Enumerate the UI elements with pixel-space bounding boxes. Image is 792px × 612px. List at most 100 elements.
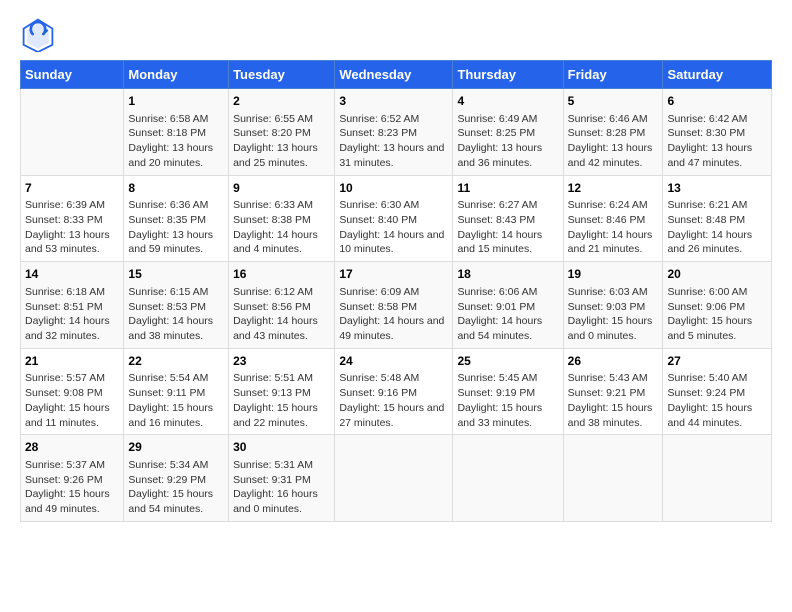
day-number: 11 bbox=[457, 180, 558, 197]
calendar-cell: 4 Sunrise: 6:49 AMSunset: 8:25 PMDaylight… bbox=[453, 89, 563, 176]
day-info: Sunrise: 5:40 AMSunset: 9:24 PMDaylight:… bbox=[667, 371, 767, 430]
day-number: 14 bbox=[25, 266, 119, 283]
day-info: Sunrise: 6:30 AMSunset: 8:40 PMDaylight:… bbox=[339, 198, 448, 257]
calendar-cell: 7Sunrise: 6:39 AMSunset: 8:33 PMDaylight… bbox=[21, 175, 124, 262]
calendar-cell: 6 Sunrise: 6:42 AMSunset: 8:30 PMDaylight… bbox=[663, 89, 772, 176]
day-info: Sunrise: 6:52 AMSunset: 8:23 PMDaylight:… bbox=[339, 112, 448, 171]
calendar-cell: 1Sunrise: 6:58 AMSunset: 8:18 PMDaylight… bbox=[124, 89, 229, 176]
day-number: 1 bbox=[128, 93, 224, 110]
day-number: 5 bbox=[568, 93, 659, 110]
calendar-cell bbox=[21, 89, 124, 176]
day-info: Sunrise: 5:48 AMSunset: 9:16 PMDaylight:… bbox=[339, 371, 448, 430]
day-info: Sunrise: 5:37 AMSunset: 9:26 PMDaylight:… bbox=[25, 458, 119, 517]
calendar-cell: 27Sunrise: 5:40 AMSunset: 9:24 PMDayligh… bbox=[663, 348, 772, 435]
calendar-cell: 18 Sunrise: 6:06 AMSunset: 9:01 PMDayligh… bbox=[453, 262, 563, 349]
week-row: 1Sunrise: 6:58 AMSunset: 8:18 PMDaylight… bbox=[21, 89, 772, 176]
calendar-cell: 15 Sunrise: 6:15 AMSunset: 8:53 PMDayligh… bbox=[124, 262, 229, 349]
day-info: Sunrise: 6:36 AMSunset: 8:35 PMDaylight:… bbox=[128, 198, 224, 257]
day-number: 22 bbox=[128, 353, 224, 370]
calendar-cell bbox=[663, 435, 772, 522]
day-header: Sunday bbox=[21, 61, 124, 89]
calendar-cell: 12Sunrise: 6:24 AMSunset: 8:46 PMDayligh… bbox=[563, 175, 663, 262]
calendar-cell bbox=[563, 435, 663, 522]
day-number: 13 bbox=[667, 180, 767, 197]
day-number: 12 bbox=[568, 180, 659, 197]
day-info: Sunrise: 6:49 AMSunset: 8:25 PMDaylight:… bbox=[457, 112, 558, 171]
day-info: Sunrise: 6:55 AMSunset: 8:20 PMDaylight:… bbox=[233, 112, 330, 171]
day-info: Sunrise: 5:34 AMSunset: 9:29 PMDaylight:… bbox=[128, 458, 224, 517]
day-info: Sunrise: 5:45 AMSunset: 9:19 PMDaylight:… bbox=[457, 371, 558, 430]
day-header: Saturday bbox=[663, 61, 772, 89]
week-row: 14 Sunrise: 6:18 AMSunset: 8:51 PMDayligh… bbox=[21, 262, 772, 349]
calendar-cell: 22Sunrise: 5:54 AMSunset: 9:11 PMDayligh… bbox=[124, 348, 229, 435]
day-info: Sunrise: 6:03 AMSunset: 9:03 PMDaylight:… bbox=[568, 285, 659, 344]
calendar-cell: 25Sunrise: 5:45 AMSunset: 9:19 PMDayligh… bbox=[453, 348, 563, 435]
day-info: Sunrise: 6:12 AMSunset: 8:56 PMDaylight:… bbox=[233, 285, 330, 344]
day-header: Wednesday bbox=[335, 61, 453, 89]
day-number: 27 bbox=[667, 353, 767, 370]
calendar-cell: 5 Sunrise: 6:46 AMSunset: 8:28 PMDaylight… bbox=[563, 89, 663, 176]
calendar-cell: 21Sunrise: 5:57 AMSunset: 9:08 PMDayligh… bbox=[21, 348, 124, 435]
header-row: SundayMondayTuesdayWednesdayThursdayFrid… bbox=[21, 61, 772, 89]
day-header: Thursday bbox=[453, 61, 563, 89]
day-number: 21 bbox=[25, 353, 119, 370]
day-number: 2 bbox=[233, 93, 330, 110]
calendar-cell: 29 Sunrise: 5:34 AMSunset: 9:29 PMDayligh… bbox=[124, 435, 229, 522]
day-number: 24 bbox=[339, 353, 448, 370]
day-number: 18 bbox=[457, 266, 558, 283]
day-number: 17 bbox=[339, 266, 448, 283]
day-header: Friday bbox=[563, 61, 663, 89]
day-info: Sunrise: 6:27 AMSunset: 8:43 PMDaylight:… bbox=[457, 198, 558, 257]
day-info: Sunrise: 6:21 AMSunset: 8:48 PMDaylight:… bbox=[667, 198, 767, 257]
calendar-cell: 30Sunrise: 5:31 AMSunset: 9:31 PMDayligh… bbox=[229, 435, 335, 522]
day-number: 20 bbox=[667, 266, 767, 283]
day-number: 10 bbox=[339, 180, 448, 197]
calendar-cell: 14 Sunrise: 6:18 AMSunset: 8:51 PMDayligh… bbox=[21, 262, 124, 349]
logo bbox=[20, 16, 62, 52]
day-info: Sunrise: 5:51 AMSunset: 9:13 PMDaylight:… bbox=[233, 371, 330, 430]
day-info: Sunrise: 6:42 AMSunset: 8:30 PMDaylight:… bbox=[667, 112, 767, 171]
day-info: Sunrise: 6:18 AMSunset: 8:51 PMDaylight:… bbox=[25, 285, 119, 344]
day-info: Sunrise: 6:33 AMSunset: 8:38 PMDaylight:… bbox=[233, 198, 330, 257]
calendar-cell: 8Sunrise: 6:36 AMSunset: 8:35 PMDaylight… bbox=[124, 175, 229, 262]
calendar-cell: 19 Sunrise: 6:03 AMSunset: 9:03 PMDayligh… bbox=[563, 262, 663, 349]
calendar-cell: 23Sunrise: 5:51 AMSunset: 9:13 PMDayligh… bbox=[229, 348, 335, 435]
day-number: 29 bbox=[128, 439, 224, 456]
calendar-table: SundayMondayTuesdayWednesdayThursdayFrid… bbox=[20, 60, 772, 522]
day-info: Sunrise: 5:43 AMSunset: 9:21 PMDaylight:… bbox=[568, 371, 659, 430]
calendar-cell bbox=[335, 435, 453, 522]
logo-icon bbox=[20, 16, 56, 52]
day-number: 15 bbox=[128, 266, 224, 283]
calendar-cell: 16Sunrise: 6:12 AMSunset: 8:56 PMDayligh… bbox=[229, 262, 335, 349]
day-info: Sunrise: 5:31 AMSunset: 9:31 PMDaylight:… bbox=[233, 458, 330, 517]
day-number: 19 bbox=[568, 266, 659, 283]
day-info: Sunrise: 5:54 AMSunset: 9:11 PMDaylight:… bbox=[128, 371, 224, 430]
calendar-cell: 28 Sunrise: 5:37 AMSunset: 9:26 PMDayligh… bbox=[21, 435, 124, 522]
week-row: 21Sunrise: 5:57 AMSunset: 9:08 PMDayligh… bbox=[21, 348, 772, 435]
day-number: 3 bbox=[339, 93, 448, 110]
calendar-cell: 20 Sunrise: 6:00 AMSunset: 9:06 PMDayligh… bbox=[663, 262, 772, 349]
day-info: Sunrise: 5:57 AMSunset: 9:08 PMDaylight:… bbox=[25, 371, 119, 430]
day-header: Monday bbox=[124, 61, 229, 89]
day-info: Sunrise: 6:09 AMSunset: 8:58 PMDaylight:… bbox=[339, 285, 448, 344]
day-info: Sunrise: 6:06 AMSunset: 9:01 PMDaylight:… bbox=[457, 285, 558, 344]
calendar-cell: 10Sunrise: 6:30 AMSunset: 8:40 PMDayligh… bbox=[335, 175, 453, 262]
day-number: 28 bbox=[25, 439, 119, 456]
calendar-cell: 24Sunrise: 5:48 AMSunset: 9:16 PMDayligh… bbox=[335, 348, 453, 435]
calendar-cell: 2 Sunrise: 6:55 AMSunset: 8:20 PMDaylight… bbox=[229, 89, 335, 176]
day-header: Tuesday bbox=[229, 61, 335, 89]
day-info: Sunrise: 6:00 AMSunset: 9:06 PMDaylight:… bbox=[667, 285, 767, 344]
week-row: 7Sunrise: 6:39 AMSunset: 8:33 PMDaylight… bbox=[21, 175, 772, 262]
calendar-cell: 9Sunrise: 6:33 AMSunset: 8:38 PMDaylight… bbox=[229, 175, 335, 262]
day-number: 25 bbox=[457, 353, 558, 370]
day-number: 23 bbox=[233, 353, 330, 370]
day-number: 4 bbox=[457, 93, 558, 110]
calendar-cell: 26Sunrise: 5:43 AMSunset: 9:21 PMDayligh… bbox=[563, 348, 663, 435]
day-number: 9 bbox=[233, 180, 330, 197]
page-header bbox=[20, 16, 772, 52]
calendar-cell: 17 Sunrise: 6:09 AMSunset: 8:58 PMDayligh… bbox=[335, 262, 453, 349]
day-number: 6 bbox=[667, 93, 767, 110]
calendar-cell: 13Sunrise: 6:21 AMSunset: 8:48 PMDayligh… bbox=[663, 175, 772, 262]
day-info: Sunrise: 6:46 AMSunset: 8:28 PMDaylight:… bbox=[568, 112, 659, 171]
day-info: Sunrise: 6:15 AMSunset: 8:53 PMDaylight:… bbox=[128, 285, 224, 344]
